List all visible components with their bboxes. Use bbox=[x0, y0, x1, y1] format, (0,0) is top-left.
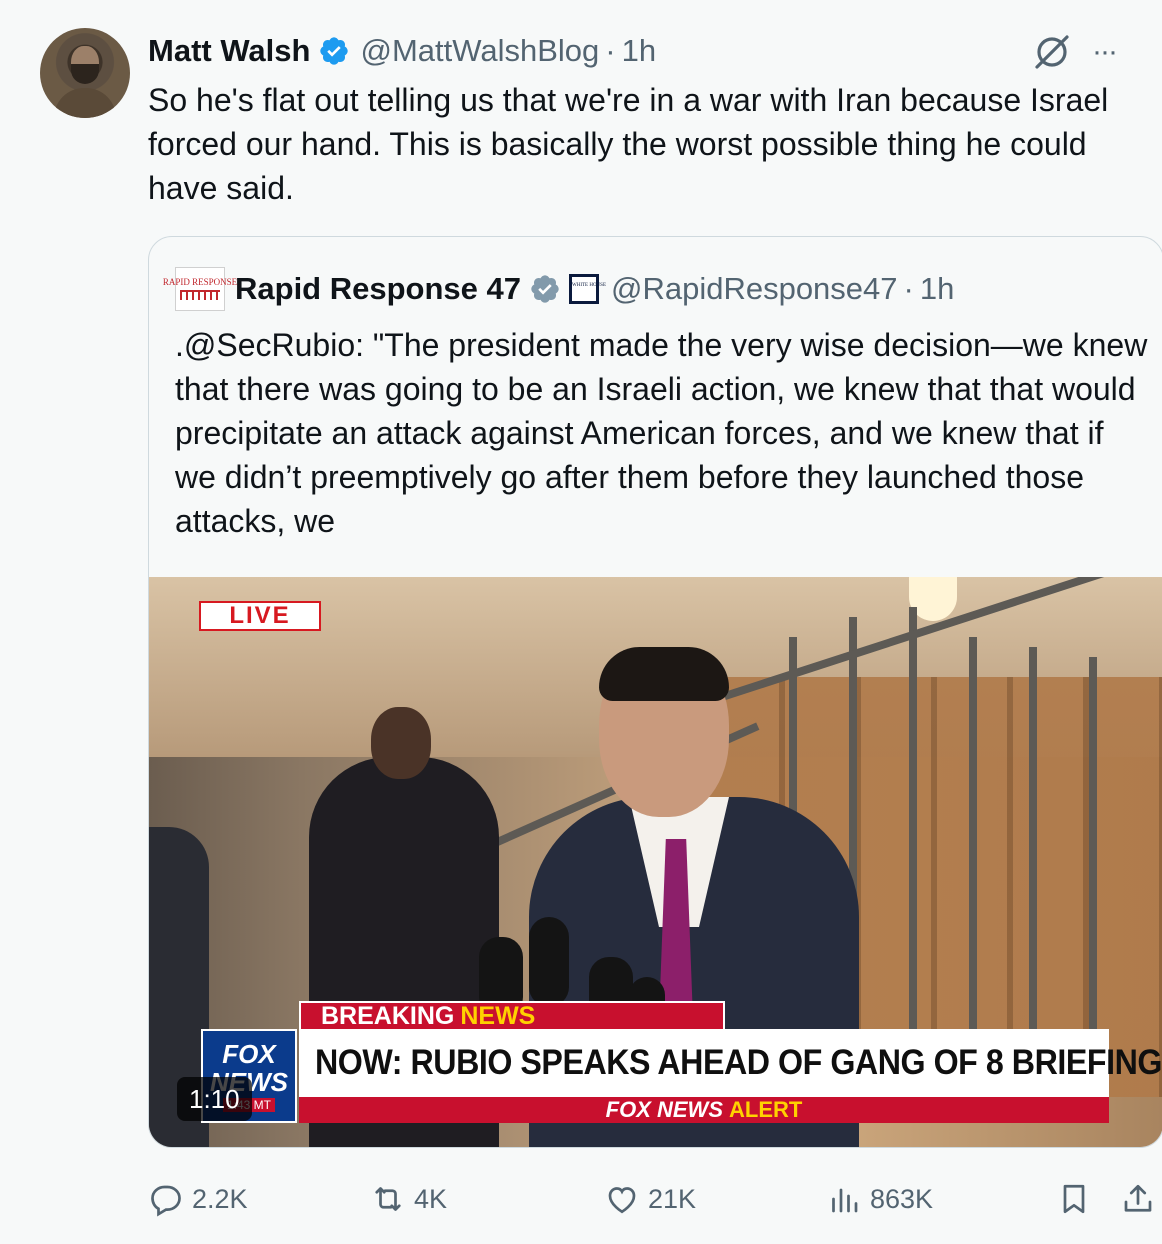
more-options-icon[interactable]: ··· bbox=[1092, 35, 1118, 69]
tweet-text: So he's flat out telling us that we're i… bbox=[148, 82, 1109, 206]
repost-button[interactable]: 4K bbox=[370, 1176, 447, 1222]
quoted-author-avatar[interactable]: RAPID RESPONSE bbox=[163, 267, 237, 311]
views-button[interactable]: 863K bbox=[826, 1176, 933, 1222]
tweet-timestamp[interactable]: 1h bbox=[622, 33, 656, 69]
quoted-tweet[interactable]: RAPID RESPONSE Rapid Response 47 WHITE H… bbox=[148, 236, 1162, 1148]
author-name[interactable]: Matt Walsh bbox=[148, 33, 310, 69]
bookmark-button[interactable] bbox=[1056, 1176, 1100, 1222]
share-icon bbox=[1124, 1184, 1152, 1212]
verified-badge-icon[interactable] bbox=[318, 35, 350, 67]
tweet-header: Matt Walsh @MattWalshBlog · 1h bbox=[148, 30, 656, 72]
white-house-affiliate-badge[interactable]: WHITE HOUSE bbox=[568, 274, 606, 304]
chyron-headline: NOW: RUBIO SPEAKS AHEAD OF GANG OF 8 BRI… bbox=[299, 1029, 1162, 1097]
reply-button[interactable]: 2.2K bbox=[148, 1176, 248, 1222]
alert-brand: FOX NEWS bbox=[605, 1097, 723, 1122]
like-count: 21K bbox=[648, 1183, 697, 1214]
fox-logo-line1: FOX bbox=[222, 1039, 276, 1069]
live-badge: LIVE bbox=[199, 601, 321, 631]
news-label: NEWS bbox=[460, 1001, 536, 1030]
video-duration-text: 1:10 bbox=[189, 1083, 240, 1114]
repost-icon bbox=[375, 1187, 401, 1211]
quoted-author-name[interactable]: Rapid Response 47 bbox=[235, 271, 521, 307]
video-player[interactable]: LIVE BREAKING NEWS NOW: RUBIO SPEAKS AHE… bbox=[149, 577, 1162, 1147]
grok-icon[interactable] bbox=[1030, 30, 1074, 74]
quoted-tweet-header: RAPID RESPONSE Rapid Response 47 WHITE H… bbox=[163, 267, 954, 311]
header-actions: ··· bbox=[1030, 30, 1118, 74]
views-count: 863K bbox=[870, 1183, 934, 1214]
quoted-author-handle[interactable]: @RapidResponse47 bbox=[611, 271, 898, 307]
live-label: LIVE bbox=[229, 602, 291, 629]
white-house-badge-text: WHITE HOUSE bbox=[571, 277, 606, 301]
quoted-tweet-text: .@SecRubio: "The president made the very… bbox=[175, 327, 1148, 539]
repost-count: 4K bbox=[414, 1183, 448, 1214]
alert-label: ALERT bbox=[729, 1097, 803, 1122]
breaking-news-banner: BREAKING NEWS bbox=[299, 1001, 725, 1031]
quoted-avatar-text: RAPID RESPONSE bbox=[162, 277, 238, 287]
bookmark-icon bbox=[1063, 1184, 1085, 1214]
reply-icon bbox=[151, 1185, 181, 1217]
fox-news-alert-bar: FOX NEWS ALERT bbox=[299, 1097, 1109, 1123]
separator-dot: · bbox=[605, 33, 616, 68]
views-icon bbox=[832, 1188, 858, 1213]
author-handle[interactable]: @MattWalshBlog bbox=[360, 33, 599, 69]
author-avatar[interactable] bbox=[40, 28, 130, 118]
breaking-label: BREAKING bbox=[321, 1001, 455, 1030]
gray-verified-badge-icon[interactable] bbox=[529, 273, 561, 305]
reply-count: 2.2K bbox=[192, 1183, 248, 1214]
quoted-separator-dot: · bbox=[903, 271, 914, 306]
quoted-timestamp[interactable]: 1h bbox=[920, 271, 954, 307]
action-bar: 2.2K 4K 21K 863K bbox=[148, 1176, 1158, 1222]
video-duration: 1:10 bbox=[177, 1077, 252, 1121]
chyron-text: NOW: RUBIO SPEAKS AHEAD OF GANG OF 8 BRI… bbox=[315, 1043, 1162, 1082]
share-button[interactable] bbox=[1120, 1176, 1162, 1222]
heart-icon bbox=[608, 1187, 636, 1214]
tweet-article[interactable]: Matt Walsh @MattWalshBlog · 1h ··· So he… bbox=[0, 0, 1162, 1244]
like-button[interactable]: 21K bbox=[604, 1176, 696, 1222]
